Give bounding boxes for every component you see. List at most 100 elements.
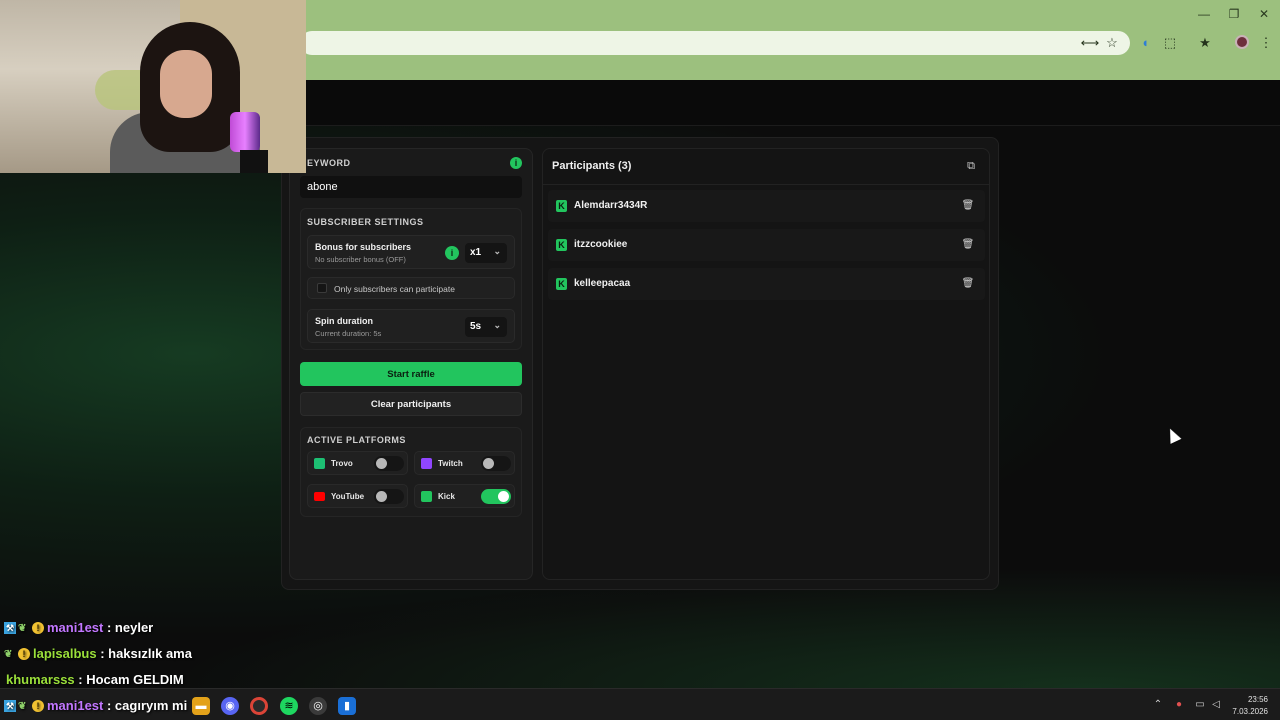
copy-icon[interactable]: ⧉ (962, 157, 980, 175)
chat-message: ❦! lapisalbus : haksızlık ama (4, 646, 192, 661)
chat-text: : cagıryım mi (103, 698, 188, 713)
star-icon[interactable]: ☆ (1102, 33, 1122, 53)
chrome-icon[interactable] (250, 697, 268, 715)
chat-message: khumarsss : Hocam GELDIM (6, 672, 184, 687)
chat-text: : neyler (103, 620, 154, 635)
kick-toggle[interactable] (481, 489, 511, 504)
menu-icon[interactable]: ⋮ (1256, 33, 1276, 53)
sprout-icon: ❦ (18, 701, 27, 712)
chat-username: lapisalbus (33, 646, 97, 661)
kick-icon: K (556, 278, 567, 290)
platform-youtube: YouTube (307, 484, 408, 508)
badge-icon: ⚒ (4, 700, 16, 712)
app-icon[interactable]: ▮ (338, 697, 356, 715)
participant-row: K itzzcookiee 🗑 (548, 229, 985, 261)
chevron-down-icon: ⌄ (493, 320, 501, 330)
clock-date: 7.03.2026 (1232, 707, 1268, 716)
only-subscribers-row[interactable]: Only subscribers can participate (307, 277, 515, 299)
participant-row: K kelleepacaa 🗑 (548, 268, 985, 300)
chat-text: : haksızlık ama (96, 646, 192, 661)
spin-duration-value: 5s (470, 321, 482, 332)
trovo-icon (314, 458, 325, 469)
chat-text: : Hocam GELDIM (74, 672, 184, 687)
only-subscribers-checkbox[interactable] (317, 283, 327, 293)
spin-duration-title: Spin duration (315, 316, 373, 326)
keyword-input[interactable] (300, 176, 522, 198)
bonus-row: Bonus for subscribers No subscriber bonu… (307, 235, 515, 269)
badge-icon: ⚒ (4, 622, 16, 634)
platform-name: Trovo (331, 459, 353, 468)
only-subscribers-label: Only subscribers can participate (334, 284, 455, 294)
chat-username: mani1est (47, 620, 104, 635)
start-raffle-button[interactable]: Start raffle (300, 362, 522, 386)
chevron-down-icon: ⌄ (493, 246, 501, 256)
coin-icon: ! (32, 622, 44, 634)
kick-icon: K (556, 239, 567, 251)
spin-duration-subtitle: Current duration: 5s (315, 329, 382, 338)
extensions-icon[interactable]: ⬚ (1160, 33, 1180, 53)
media-icon[interactable]: ◖ (1135, 33, 1155, 53)
chat-username: mani1est (47, 698, 104, 713)
subscriber-settings-panel: SUBSCRIBER SETTINGS Bonus for subscriber… (300, 208, 522, 350)
restore-icon[interactable]: ❐ (1222, 4, 1246, 24)
youtube-icon (314, 492, 325, 501)
divider (543, 184, 989, 185)
webcam-overlay (0, 0, 306, 173)
coin-icon: ! (32, 700, 44, 712)
bonus-title: Bonus for subscribers (315, 242, 412, 252)
trash-icon[interactable]: 🗑 (961, 238, 975, 252)
clock-time: 23:56 (1247, 695, 1268, 704)
clock[interactable]: 23:56 7.03.2026 (1232, 694, 1268, 718)
spin-duration-select[interactable]: 5s ⌄ (465, 317, 507, 337)
trash-icon[interactable]: 🗑 (961, 199, 975, 213)
minimize-icon[interactable]: — (1192, 4, 1216, 24)
chat-username: khumarsss (6, 672, 75, 687)
kick-icon (421, 491, 432, 502)
trovo-toggle[interactable] (374, 456, 404, 471)
microphone-icon[interactable]: ● (1172, 698, 1186, 712)
bonus-multiplier-value: x1 (470, 247, 482, 258)
active-platforms-panel: ACTIVE PLATFORMS Trovo Twitch YouTube Ki… (300, 427, 522, 517)
folder-icon[interactable]: ▬ (192, 697, 210, 715)
platform-twitch: Twitch (414, 451, 515, 475)
participant-name: Alemdarr3434R (574, 200, 648, 211)
platform-trovo: Trovo (307, 451, 408, 475)
coin-icon: ! (18, 648, 30, 660)
translate-icon[interactable]: ⟷ (1080, 33, 1100, 53)
close-icon[interactable]: ✕ (1252, 4, 1276, 24)
clear-participants-button[interactable]: Clear participants (300, 392, 522, 416)
active-platforms-label: ACTIVE PLATFORMS (307, 435, 406, 445)
spin-duration-row: Spin duration Current duration: 5s 5s ⌄ (307, 309, 515, 343)
display-icon[interactable]: ▭ (1193, 698, 1207, 712)
profile-avatar[interactable] (1235, 35, 1249, 49)
platform-name: Kick (438, 492, 455, 501)
spotify-icon[interactable]: ≋ (280, 697, 298, 715)
youtube-toggle[interactable] (374, 489, 404, 504)
participants-title: Participants (3) (552, 160, 632, 172)
participant-name: itzzcookiee (574, 239, 628, 250)
bookmarks-icon[interactable]: ★ (1195, 33, 1215, 53)
chat-message: ⚒ ❦! mani1est : cagıryım mi (4, 698, 187, 713)
participant-name: kelleepacaa (574, 278, 631, 289)
obs-icon[interactable]: ◎ (309, 697, 327, 715)
site-header (300, 80, 1280, 126)
twitch-icon (421, 458, 432, 469)
subscriber-settings-label: SUBSCRIBER SETTINGS (307, 217, 424, 227)
chat-message: ⚒ ❦! mani1est : neyler (4, 620, 153, 635)
kick-icon: K (556, 200, 567, 212)
chevron-up-icon[interactable]: ⌃ (1151, 698, 1165, 712)
participant-row: K Alemdarr3434R 🗑 (548, 190, 985, 222)
sprout-icon: ❦ (18, 623, 27, 634)
sprout-icon: ❦ (4, 649, 13, 660)
trash-icon[interactable]: 🗑 (961, 277, 975, 291)
twitch-toggle[interactable] (481, 456, 511, 471)
info-icon[interactable]: i (510, 157, 522, 169)
discord-icon[interactable]: ◉ (221, 697, 239, 715)
bonus-multiplier-select[interactable]: x1 ⌄ (465, 243, 507, 263)
address-bar[interactable] (300, 31, 1130, 55)
bonus-subtitle: No subscriber bonus (OFF) (315, 255, 406, 264)
platform-kick: Kick (414, 484, 515, 508)
bonus-info-icon[interactable]: i (445, 246, 459, 260)
platform-name: YouTube (331, 492, 365, 501)
volume-icon[interactable]: ◁ (1209, 698, 1223, 712)
